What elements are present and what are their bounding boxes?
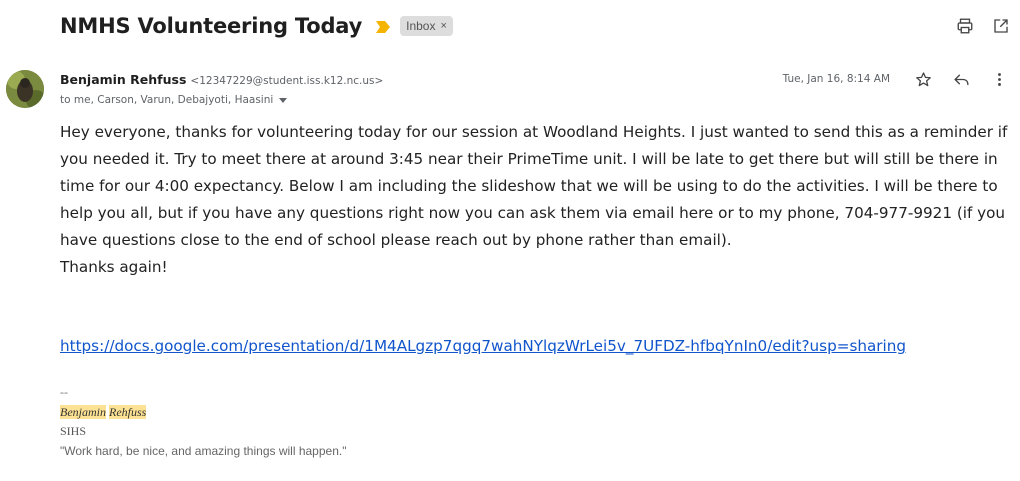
thread-actions (956, 17, 1010, 35)
body-paragraph: Hey everyone, thanks for volunteering to… (60, 123, 1008, 249)
signature-school: SIHS (60, 424, 87, 438)
importance-marker-icon[interactable] (376, 20, 391, 33)
star-icon[interactable] (914, 70, 932, 88)
open-in-new-icon[interactable] (992, 17, 1010, 35)
signature-name: Benjamin Rehfuss (60, 403, 346, 423)
recipients-line: to me, Carson, Varun, Debajyoti, Haasini (60, 94, 288, 106)
signature-separator: -- (60, 385, 68, 399)
sender-name[interactable]: Benjamin Rehfuss (60, 72, 186, 87)
print-icon[interactable] (956, 17, 974, 35)
reply-icon[interactable] (952, 70, 970, 88)
email-subject: NMHS Volunteering Today (60, 14, 363, 38)
signature-last-name: Rehfuss (109, 404, 147, 419)
remove-label-icon[interactable]: × (440, 20, 446, 32)
inbox-label-chip[interactable]: Inbox × (400, 16, 453, 36)
sender-email: <12347229@student.iss.k12.nc.us> (190, 75, 384, 87)
email-date: Tue, Jan 16, 8:14 AM (782, 73, 890, 85)
show-details-icon[interactable] (279, 97, 288, 103)
slideshow-link[interactable]: https://docs.google.com/presentation/d/1… (60, 337, 906, 355)
sender-line: Benjamin Rehfuss <12347229@student.iss.k… (60, 72, 383, 87)
recipients: to me, Carson, Varun, Debajyoti, Haasini (60, 94, 274, 106)
signature: -- Benjamin Rehfuss SIHS "Work hard, be … (60, 383, 346, 461)
label-text: Inbox (406, 19, 436, 33)
signature-quote: "Work hard, be nice, and amazing things … (60, 443, 347, 458)
subject-row: NMHS Volunteering Today Inbox × (60, 14, 453, 38)
signature-first-name: Benjamin (60, 404, 106, 419)
more-vert-icon[interactable] (990, 70, 1008, 88)
sender-avatar[interactable] (6, 70, 44, 108)
message-actions (914, 70, 1008, 88)
body-closing: Thanks again! (60, 258, 168, 276)
email-body: Hey everyone, thanks for volunteering to… (60, 119, 1015, 281)
